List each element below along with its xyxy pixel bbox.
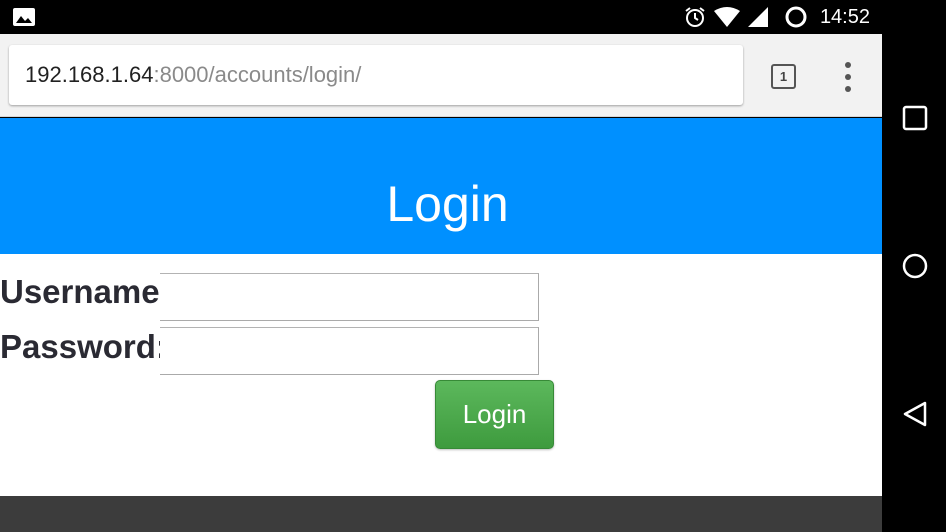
signal-icon xyxy=(747,7,768,27)
page-header: Login xyxy=(0,118,882,254)
navigation-bar xyxy=(882,0,946,532)
password-label: Password: xyxy=(0,328,167,365)
page-title: Login xyxy=(386,176,509,232)
battery-loading-icon xyxy=(785,6,807,28)
clock: 14:52 xyxy=(819,5,870,28)
image-icon xyxy=(13,8,35,26)
wifi-icon xyxy=(713,7,740,27)
browser-toolbar: 192.168.1.64:8000/accounts/login/ 1 xyxy=(0,34,882,117)
alarm-icon xyxy=(685,7,705,27)
url-path: :8000/accounts/login/ xyxy=(153,62,362,87)
username-field[interactable] xyxy=(160,273,539,321)
url-host: 192.168.1.64 xyxy=(25,62,154,87)
address-bar[interactable]: 192.168.1.64:8000/accounts/login/ xyxy=(9,45,743,105)
web-page: Login Username: Password: Login xyxy=(0,118,882,532)
home-icon[interactable] xyxy=(902,253,928,279)
status-icons: 14:52 xyxy=(684,5,870,29)
username-label: Username: xyxy=(0,273,171,310)
recents-icon[interactable] xyxy=(902,105,928,131)
tab-switcher-button[interactable]: 1 xyxy=(771,64,796,89)
login-button[interactable]: Login xyxy=(435,380,554,449)
page-footer xyxy=(0,496,882,532)
more-vert-icon[interactable] xyxy=(840,62,856,92)
password-field[interactable] xyxy=(160,327,539,375)
status-bar: 14:52 xyxy=(0,0,882,34)
back-icon[interactable] xyxy=(902,401,928,427)
